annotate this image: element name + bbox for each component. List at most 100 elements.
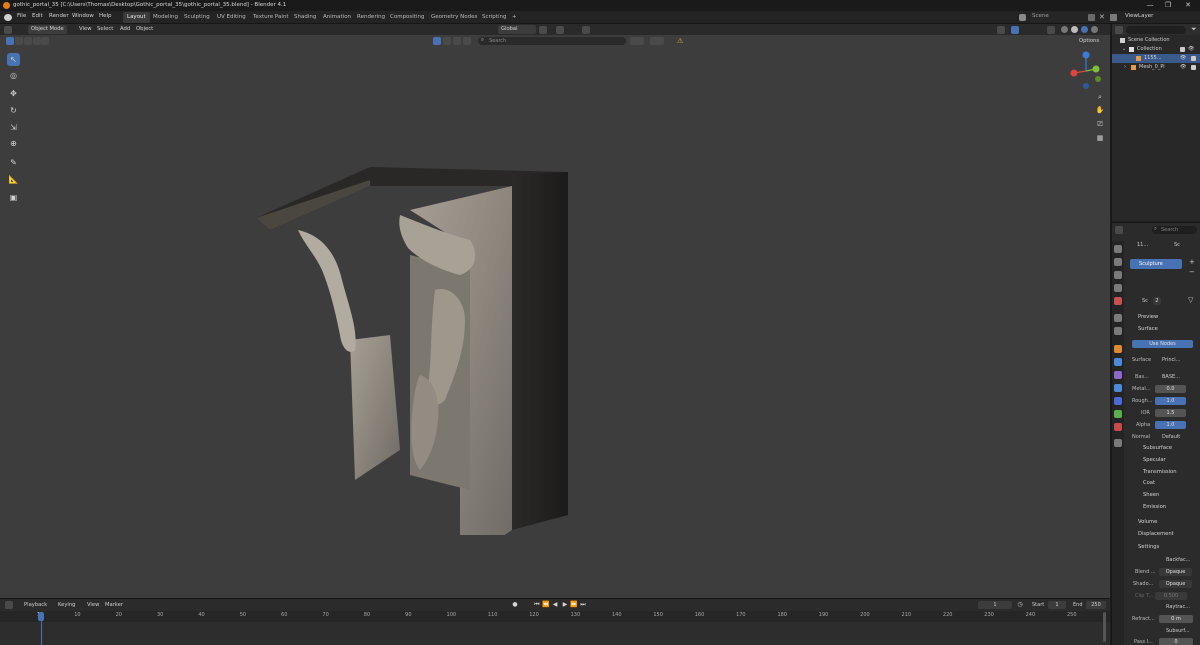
add-slot-button[interactable]: + (1189, 258, 1195, 266)
tab-compositing[interactable]: Compositing (386, 12, 428, 23)
select-menu[interactable]: Select (97, 26, 113, 32)
select-tool-icon[interactable]: ↖ (7, 53, 20, 66)
viewport-visibility-icon[interactable] (443, 37, 451, 45)
menu-help[interactable]: Help (99, 13, 112, 19)
wireframe-shading-icon[interactable] (1061, 26, 1068, 33)
filter-dropdown-icon[interactable] (630, 37, 644, 45)
viewport-camera-icon[interactable] (453, 37, 461, 45)
world-tab-icon[interactable] (1114, 314, 1122, 322)
add-workspace-button[interactable]: + (508, 12, 521, 23)
eye-icon[interactable]: 👁 (1180, 54, 1186, 63)
tab-sculpting[interactable]: Sculpting (180, 12, 214, 23)
object-mode-dropdown[interactable]: Object Mode (28, 25, 67, 34)
properties-search-field[interactable]: ⌕ Search (1152, 226, 1197, 234)
refraction-depth-field[interactable]: 0 m (1159, 615, 1193, 623)
ior-field[interactable]: 1.5 (1155, 409, 1186, 417)
overlay-toggle-icon[interactable] (997, 25, 1005, 34)
cursor-tool-icon[interactable]: ◎ (7, 69, 20, 82)
annotate-tool-icon[interactable]: ✎ (7, 156, 20, 169)
use-nodes-button[interactable]: Use Nodes (1132, 340, 1193, 348)
modifiers-tab-icon[interactable] (1114, 358, 1122, 366)
texture-tab-icon[interactable] (1114, 439, 1122, 447)
end-frame-field[interactable]: 250 (1086, 601, 1106, 609)
outliner-editor-icon[interactable] (1115, 25, 1123, 34)
raytrace-refraction-checkbox[interactable]: Raytrac... (1166, 604, 1190, 610)
rotate-tool-icon[interactable]: ↻ (7, 104, 20, 117)
render-tab-icon[interactable] (1114, 258, 1122, 266)
subsurface-section[interactable]: Subsurface (1143, 445, 1172, 451)
tab-shading[interactable]: Shading (290, 12, 320, 23)
blend-mode-dropdown[interactable]: Opaque (1159, 568, 1192, 576)
viewport-search-field[interactable]: ⌕ Search (478, 37, 626, 45)
normal-field[interactable]: Default (1162, 434, 1180, 440)
solid-shading-icon[interactable] (1071, 26, 1078, 33)
close-button[interactable]: ✕ (1180, 1, 1196, 10)
exclude-checkbox-icon[interactable] (1180, 47, 1185, 52)
rendered-shading-icon[interactable] (1091, 26, 1098, 33)
transmission-section[interactable]: Transmission (1143, 469, 1177, 475)
xray-toggle-icon[interactable] (1047, 25, 1055, 34)
tool-tab-icon[interactable] (1114, 245, 1122, 253)
view-menu[interactable]: View (79, 26, 92, 32)
snap-icon[interactable] (556, 25, 564, 34)
expand-chevron-icon[interactable]: › (1124, 63, 1126, 72)
playhead[interactable] (38, 612, 44, 621)
menu-file[interactable]: File (17, 13, 26, 19)
jump-key-back-icon[interactable]: ⏪ (542, 601, 550, 609)
material-users-count[interactable]: 2 (1153, 297, 1161, 305)
select-new-icon[interactable] (6, 37, 14, 45)
backface-culling-checkbox[interactable]: Backfac... (1166, 557, 1190, 563)
view-menu[interactable]: View (87, 602, 99, 608)
eye-icon[interactable]: 👁 (1180, 63, 1186, 72)
emission-section[interactable]: Emission (1143, 504, 1166, 510)
scene-tab-icon[interactable] (1114, 297, 1122, 305)
viewport-filter-icon[interactable] (433, 37, 441, 45)
shadow-mode-dropdown[interactable]: Opaque (1159, 580, 1192, 588)
tab-layout[interactable]: Layout (123, 12, 150, 23)
render-camera-icon[interactable] (1191, 65, 1196, 70)
surface-section[interactable]: Surface (1138, 326, 1158, 332)
material-shading-icon[interactable] (1081, 26, 1088, 33)
play-reverse-icon[interactable]: ◀ (551, 601, 559, 609)
timeline-ruler[interactable]: 1102030405060708090100110120130140150160… (0, 611, 1110, 622)
outliner-scene-collection[interactable]: Scene Collection (1112, 36, 1200, 45)
subsurface-translucency-checkbox[interactable]: Subsurf... (1166, 628, 1190, 634)
particles-tab-icon[interactable] (1114, 371, 1122, 379)
play-icon[interactable]: ▶ (561, 601, 569, 609)
coat-section[interactable]: Coat (1143, 480, 1155, 486)
select-invert-icon[interactable] (33, 37, 41, 45)
new-scene-icon[interactable] (1088, 14, 1095, 21)
physics-tab-icon[interactable] (1114, 384, 1122, 392)
view-layer-tab-icon[interactable] (1114, 284, 1122, 292)
perspective-toggle-icon[interactable]: ▦ (1095, 133, 1105, 143)
object-menu[interactable]: Object (136, 26, 153, 32)
displacement-section[interactable]: Displacement (1138, 531, 1174, 537)
metallic-field[interactable]: 0.0 (1155, 385, 1186, 393)
expand-chevron-icon[interactable]: ⌄ (1122, 45, 1126, 54)
fake-user-icon[interactable]: ▽ (1188, 296, 1193, 304)
material-name[interactable]: Sc (1142, 298, 1148, 304)
marker-menu[interactable]: Marker (105, 602, 123, 608)
camera-view-icon[interactable]: ⎚ (1095, 119, 1105, 129)
move-tool-icon[interactable]: ✥ (7, 87, 20, 100)
editor-type-icon[interactable] (4, 25, 12, 34)
clip-threshold-field[interactable]: 0.500 (1155, 592, 1187, 600)
preview-range-icon[interactable]: ◷ (1016, 601, 1024, 609)
material-slot-list[interactable]: Sculpture (1130, 259, 1182, 269)
start-frame-field[interactable]: 1 (1048, 601, 1066, 609)
transform-tool-icon[interactable]: ⊕ (7, 137, 20, 150)
preview-section[interactable]: Preview (1138, 314, 1158, 320)
gizmo-toggle-icon[interactable] (1011, 25, 1019, 34)
sheen-section[interactable]: Sheen (1143, 492, 1159, 498)
keying-menu[interactable]: Keying (58, 602, 75, 608)
outliner-collection[interactable]: ⌄ Collection 👁 (1112, 45, 1200, 54)
select-subtract-icon[interactable] (24, 37, 32, 45)
properties-editor-icon[interactable] (1115, 226, 1123, 234)
settings-section[interactable]: Settings (1138, 544, 1159, 550)
tab-uv-editing[interactable]: UV Editing (213, 12, 250, 23)
viewport-light-icon[interactable] (463, 37, 471, 45)
remove-slot-button[interactable]: − (1189, 268, 1195, 276)
jump-end-icon[interactable]: ⏭ (579, 601, 587, 609)
outliner-search-field[interactable] (1126, 25, 1186, 34)
add-menu[interactable]: Add (120, 26, 130, 32)
